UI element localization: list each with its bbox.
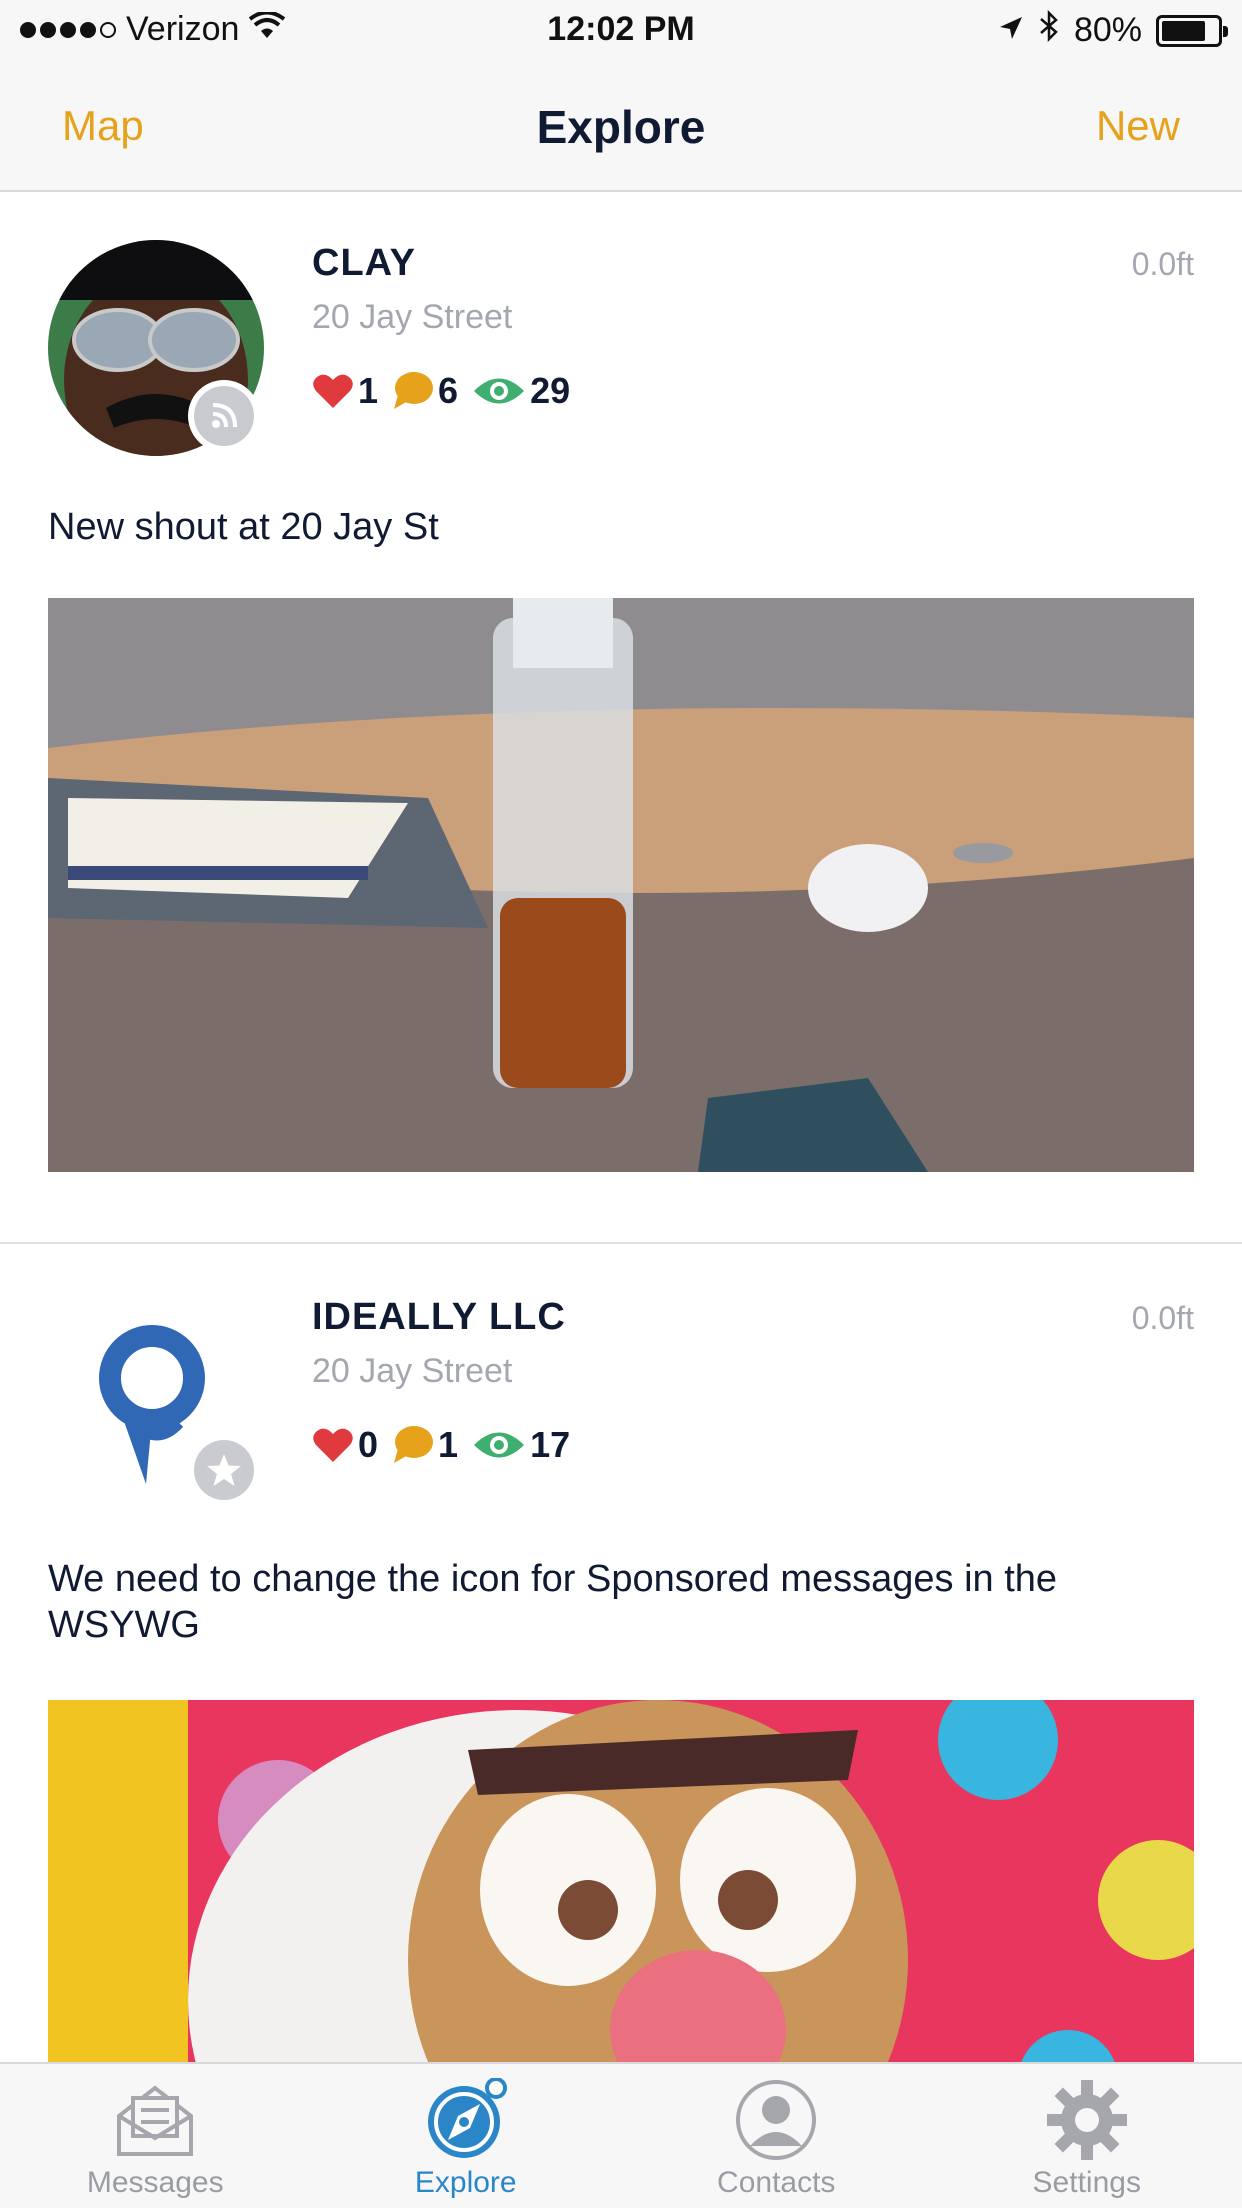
tab-label: Messages [86,2166,224,2199]
views-count: 17 [530,1424,571,1465]
post-stats: 1 6 29 [312,370,584,412]
tab-messages[interactable]: Messages [0,2064,311,2208]
broadcast-icon [194,386,254,446]
explore-feed[interactable]: CLAY 0.0ft 20 Jay Street 1 6 29 New shou… [0,192,1242,2062]
eye-icon [474,378,525,404]
bluetooth-icon [1038,9,1060,51]
compass-icon [424,2078,508,2162]
comments-count: 6 [438,370,459,411]
tab-label: Settings [1032,2166,1141,2199]
status-right: 80% [998,9,1228,51]
comment-bubble-icon [394,1426,434,1463]
location-arrow-icon [998,11,1024,50]
post-address: 20 Jay Street [312,1352,513,1390]
post-author-name[interactable]: CLAY [312,242,416,285]
likes-stat[interactable]: 1 [312,370,378,412]
new-button[interactable]: New [1096,102,1180,150]
post-text: New shout at 20 Jay St [48,506,439,548]
post-author-name[interactable]: IDEALLY LLC [312,1296,566,1339]
tab-label: Contacts [717,2166,836,2199]
feed-post[interactable]: CLAY 0.0ft 20 Jay Street 1 6 29 New shou… [0,192,1242,1244]
post-distance: 0.0ft [1131,1300,1194,1336]
comments-stat[interactable]: 6 [392,370,458,412]
battery-icon [1156,14,1228,47]
tab-bar: Messages Explore Contacts Settings [0,2062,1242,2208]
eye-icon [474,1432,525,1458]
gear-icon [1045,2078,1129,2162]
comments-count: 1 [438,1424,459,1465]
tab-label: Explore [414,2166,517,2199]
views-stat: 17 [472,1424,570,1466]
status-bar: Verizon 12:02 PM 80% [0,0,1242,64]
post-photo[interactable] [48,598,1194,1172]
nav-bar: Map Explore New [0,64,1242,192]
likes-stat[interactable]: 0 [312,1424,378,1466]
post-distance: 0.0ft [1131,246,1194,282]
likes-count: 0 [358,1424,379,1465]
post-address: 20 Jay Street [312,298,513,336]
star-icon [194,1440,254,1500]
heart-icon [313,374,353,408]
contacts-icon [734,2078,818,2162]
comment-bubble-icon [394,372,434,409]
views-stat: 29 [472,370,570,412]
broadcast-badge [188,380,260,452]
comments-stat[interactable]: 1 [392,1424,458,1466]
battery-percent: 80% [1073,11,1142,49]
post-stats: 0 1 17 [312,1424,584,1466]
star-badge [188,1434,260,1506]
views-count: 29 [530,370,571,411]
tab-explore[interactable]: Explore [311,2064,622,2208]
messages-icon [113,2078,197,2162]
tab-contacts[interactable]: Contacts [621,2064,932,2208]
tab-settings[interactable]: Settings [932,2064,1242,2208]
likes-count: 1 [358,370,379,411]
post-text: We need to change the icon for Sponsored… [48,1558,1058,1646]
feed-post[interactable]: IDEALLY LLC 0.0ft 20 Jay Street 0 1 17 W… [0,1246,1242,2062]
page-title: Explore [536,101,706,153]
heart-icon [313,1428,353,1462]
post-photo[interactable] [48,1700,1194,2062]
